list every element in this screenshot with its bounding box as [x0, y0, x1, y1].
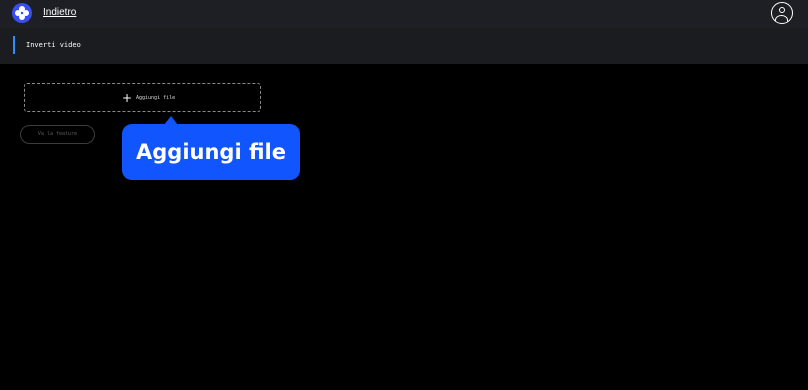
active-tab-indicator — [13, 36, 15, 54]
tab-inverti-video[interactable]: Inverti video — [26, 41, 81, 49]
plus-icon: + — [122, 91, 133, 105]
next-button[interactable]: Va la feature — [20, 125, 95, 144]
user-account-icon[interactable] — [771, 2, 793, 24]
tooltip-callout: Aggiungi file — [122, 124, 300, 180]
back-link[interactable]: Indietro — [43, 7, 76, 18]
app-logo-icon[interactable] — [12, 3, 32, 23]
sub-header: Inverti video — [0, 28, 808, 64]
add-file-dropzone[interactable]: + Aggiungi file — [24, 83, 261, 112]
top-bar: Indietro — [0, 0, 808, 28]
app-window: Indietro Inverti video + Aggiungi file V… — [0, 0, 808, 390]
add-file-label: Aggiungi file — [136, 95, 176, 101]
